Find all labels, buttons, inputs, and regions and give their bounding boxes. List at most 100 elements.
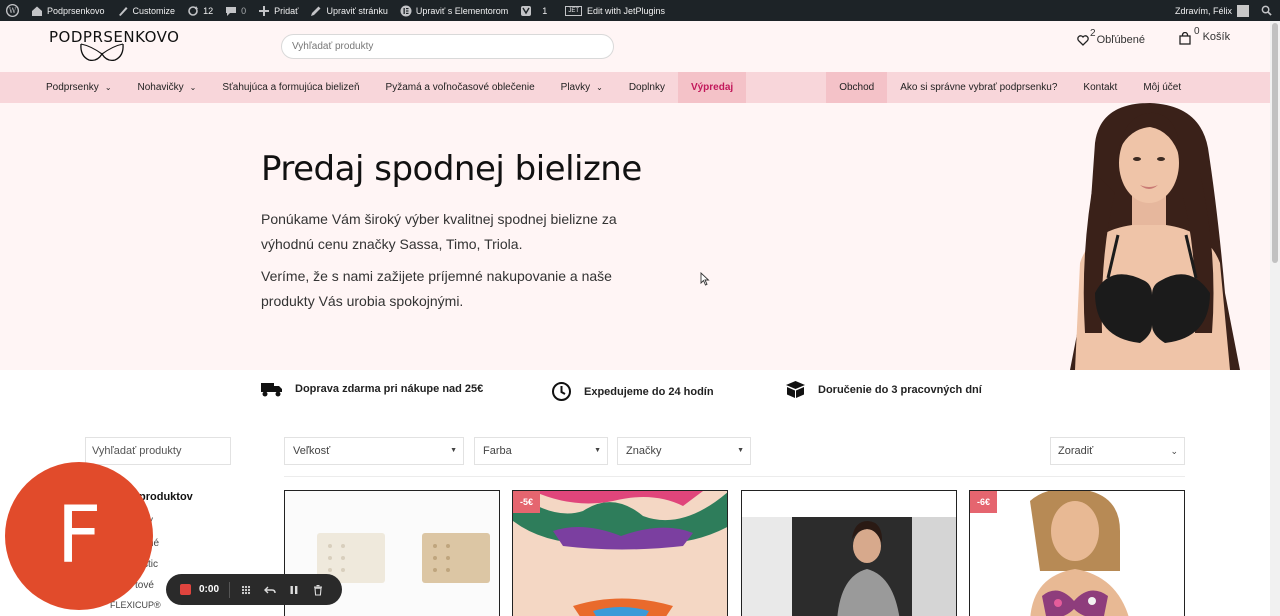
feature-shipping: Doprava zdarma pri nákupe nad 25€ <box>261 381 483 397</box>
greeting-label: Zdravím, Félix <box>1174 5 1232 16</box>
sidebar-category-link[interactable]: tové <box>135 580 154 591</box>
sidebar-heading: produktov <box>139 491 193 503</box>
cart-link[interactable]: 0 Košík <box>1179 26 1231 45</box>
site-name-link[interactable]: Podprsenkovo <box>25 0 111 21</box>
edit-jet-label: Edit with JetPlugins <box>586 5 666 16</box>
wordpress-logo-menu[interactable]: W <box>0 0 25 21</box>
cart-label: Košík <box>1202 30 1231 43</box>
jet-icon: JET <box>565 5 582 16</box>
admin-bar: W Podprsenkovo Customize 12 0 Pridať Upr… <box>0 0 1280 21</box>
truck-icon <box>261 383 282 397</box>
page-scrollbar[interactable] <box>1270 21 1280 616</box>
customize-link[interactable]: Customize <box>111 0 182 21</box>
dropdown-arrow-icon: ▼ <box>594 447 601 454</box>
product-card[interactable]: -5€ <box>512 490 728 616</box>
chevron-down-icon: ⌄ <box>1170 446 1178 456</box>
yoast-count: 1 <box>542 5 548 16</box>
sidebar-search-input[interactable]: Vyhľadať produkty <box>85 437 231 465</box>
customize-label: Customize <box>132 5 176 16</box>
user-avatar: F <box>5 462 153 610</box>
hero-paragraph: Ponúkame Vám široký výber kvalitnej spod… <box>261 211 617 252</box>
favorites-link[interactable]: 2 Obľúbené <box>1077 28 1146 46</box>
admin-search-button[interactable] <box>1255 0 1280 21</box>
chevron-down-icon: ⌄ <box>189 83 197 92</box>
sort-label: Zoradiť <box>1058 445 1094 457</box>
scrollbar-thumb[interactable] <box>1272 23 1278 263</box>
product-card[interactable] <box>741 490 957 616</box>
nav-vypredaj[interactable]: Výpredaj <box>677 72 747 103</box>
yoast-link[interactable]: 1 <box>514 0 553 21</box>
refresh-icon <box>188 5 199 16</box>
jetplugins-link[interactable]: JET Edit with JetPlugins <box>559 0 671 21</box>
nav-ako-vybrat[interactable]: Ako si správne vybrať podprsenku? <box>887 72 1070 103</box>
header-search-input[interactable]: Vyhľadať produkty <box>281 34 614 59</box>
bra-logo-icon <box>80 43 124 62</box>
chevron-down-icon: ⌄ <box>596 83 603 92</box>
updates-link[interactable]: 12 <box>181 0 219 21</box>
search-icon <box>1261 5 1272 16</box>
filter-label: Farba <box>483 445 512 457</box>
color-filter-select[interactable]: Farba ▼ <box>474 437 608 465</box>
nav-nohavicky[interactable]: Nohavičky ⌄ <box>125 72 210 103</box>
drag-handle-icon[interactable] <box>238 582 254 598</box>
feature-dispatch: Expedujeme do 24 hodín <box>551 381 714 402</box>
add-new-label: Pridať <box>274 5 299 16</box>
mouse-cursor-icon <box>700 272 710 286</box>
nav-doplnky[interactable]: Doplnky <box>616 72 678 103</box>
pause-icon[interactable] <box>286 582 302 598</box>
nav-label: Výpredaj <box>690 82 734 93</box>
brand-filter-select[interactable]: Značky ▼ <box>617 437 751 465</box>
sidebar-category-link[interactable]: FLEXICUP® <box>110 600 161 610</box>
nav-obchod[interactable]: Obchod <box>826 72 888 103</box>
product-image <box>970 491 1184 616</box>
nav-label: Podprsenky <box>46 82 99 93</box>
hero-title: Predaj spodnej bielizne <box>261 149 642 189</box>
nav-podprsenky[interactable]: Podprsenky ⌄ <box>0 72 125 103</box>
hero-paragraph: Veríme, že s nami zažijete príjemné naku… <box>261 268 612 309</box>
nav-label: Obchod <box>839 82 875 93</box>
feature-text: Doručenie do 3 pracovných dní <box>818 383 982 396</box>
nav-label: Môj účet <box>1143 82 1182 93</box>
toolbar-divider <box>229 581 231 598</box>
size-filter-select[interactable]: Veľkosť ▼ <box>284 437 464 465</box>
edit-page-link[interactable]: Upraviť stránku <box>304 0 393 21</box>
nav-kontakt[interactable]: Kontakt <box>1070 72 1130 103</box>
nav-plavky[interactable]: Plavky ⌄ <box>548 72 616 103</box>
product-image <box>742 491 956 616</box>
heart-icon <box>1077 34 1089 46</box>
dropdown-arrow-icon: ▼ <box>450 447 457 454</box>
chevron-down-icon: ⌄ <box>104 83 112 92</box>
feature-delivery: Doručenie do 3 pracovných dní <box>785 381 982 398</box>
recording-timer: 0:00 <box>199 584 220 595</box>
hero-section: Predaj spodnej bielizne Ponúkame Vám šir… <box>0 103 1270 370</box>
filter-label: Veľkosť <box>293 445 331 457</box>
site-logo[interactable]: PODPRSENKOVO <box>49 28 179 62</box>
nav-label: Kontakt <box>1083 82 1118 93</box>
dropdown-arrow-icon: ▼ <box>737 447 744 454</box>
feature-text: Expedujeme do 24 hodín <box>584 385 714 398</box>
nav-label: Plavky <box>560 82 591 93</box>
recording-toolbar: 0:00 <box>166 574 342 605</box>
undo-icon[interactable] <box>262 582 278 598</box>
stop-recording-button[interactable] <box>180 584 191 595</box>
comments-link[interactable]: 0 <box>219 0 252 21</box>
svg-text:W: W <box>9 6 17 15</box>
favorites-label: Obľúbené <box>1096 34 1146 46</box>
nav-label: Sťahujúca a formujúca bielizeň <box>222 82 360 93</box>
nav-pyzama[interactable]: Pyžamá a voľnočasové oblečenie <box>373 72 548 103</box>
updates-count: 12 <box>203 5 214 16</box>
add-new-link[interactable]: Pridať <box>252 0 304 21</box>
edit-page-label: Upraviť stránku <box>326 5 388 16</box>
nav-label: Doplnky <box>628 82 665 93</box>
edit-elementor-link[interactable]: Upraviť s Elementorom <box>394 0 514 21</box>
sort-select[interactable]: Zoradiť ⌄ <box>1050 437 1185 465</box>
yoast-icon <box>521 5 532 16</box>
feature-text: Doprava zdarma pri nákupe nad 25€ <box>295 383 484 395</box>
nav-moj-ucet[interactable]: Môj účet <box>1130 72 1194 103</box>
nav-stahujuca[interactable]: Sťahujúca a formujúca bielizeň <box>209 72 372 103</box>
product-image <box>513 491 727 616</box>
filter-divider <box>284 476 1185 477</box>
product-card[interactable]: -6€ <box>969 490 1185 616</box>
my-account-menu[interactable]: Zdravím, Félix <box>1169 0 1255 21</box>
trash-icon[interactable] <box>310 582 326 598</box>
